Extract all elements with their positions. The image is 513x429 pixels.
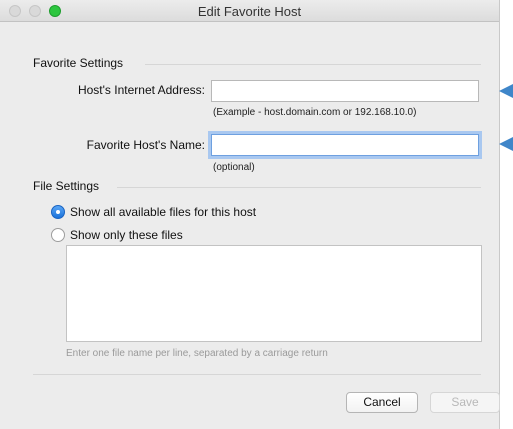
host-address-input[interactable]	[211, 80, 479, 102]
file-settings-heading: File Settings	[33, 179, 100, 193]
host-name-label: Favorite Host's Name:	[86, 138, 205, 152]
radio-show-all-files[interactable]: Show all available files for this host	[51, 205, 256, 219]
footer-divider	[33, 374, 481, 375]
host-address-hint: (Example - host.domain.com or 192.168.10…	[213, 107, 417, 118]
files-textarea[interactable]	[66, 245, 482, 342]
host-name-input[interactable]	[211, 134, 479, 156]
favorite-settings-heading: Favorite Settings	[33, 56, 124, 70]
title-bar: Edit Favorite Host	[0, 0, 499, 22]
radio-show-only-these-files-label: Show only these files	[70, 228, 183, 242]
radio-selected-icon[interactable]	[51, 205, 65, 219]
radio-show-all-files-label: Show all available files for this host	[70, 205, 257, 219]
radio-show-only-these-files[interactable]: Show only these files	[51, 228, 183, 242]
file-settings-divider	[117, 187, 481, 188]
radio-unselected-icon[interactable]	[51, 228, 65, 242]
pointer-arrow-icon	[499, 137, 513, 151]
edit-favorite-host-window: Edit Favorite Host Favorite Settings Hos…	[0, 0, 500, 429]
pointer-arrow-icon	[499, 84, 513, 98]
favorite-settings-divider	[145, 64, 481, 65]
files-note: Enter one file name per line, separated …	[66, 348, 328, 359]
save-button[interactable]: Save	[430, 392, 500, 413]
cancel-button[interactable]: Cancel	[346, 392, 418, 413]
host-name-hint: (optional)	[213, 162, 255, 173]
window-title: Edit Favorite Host	[197, 4, 302, 19]
host-address-label: Host's Internet Address:	[77, 83, 205, 97]
